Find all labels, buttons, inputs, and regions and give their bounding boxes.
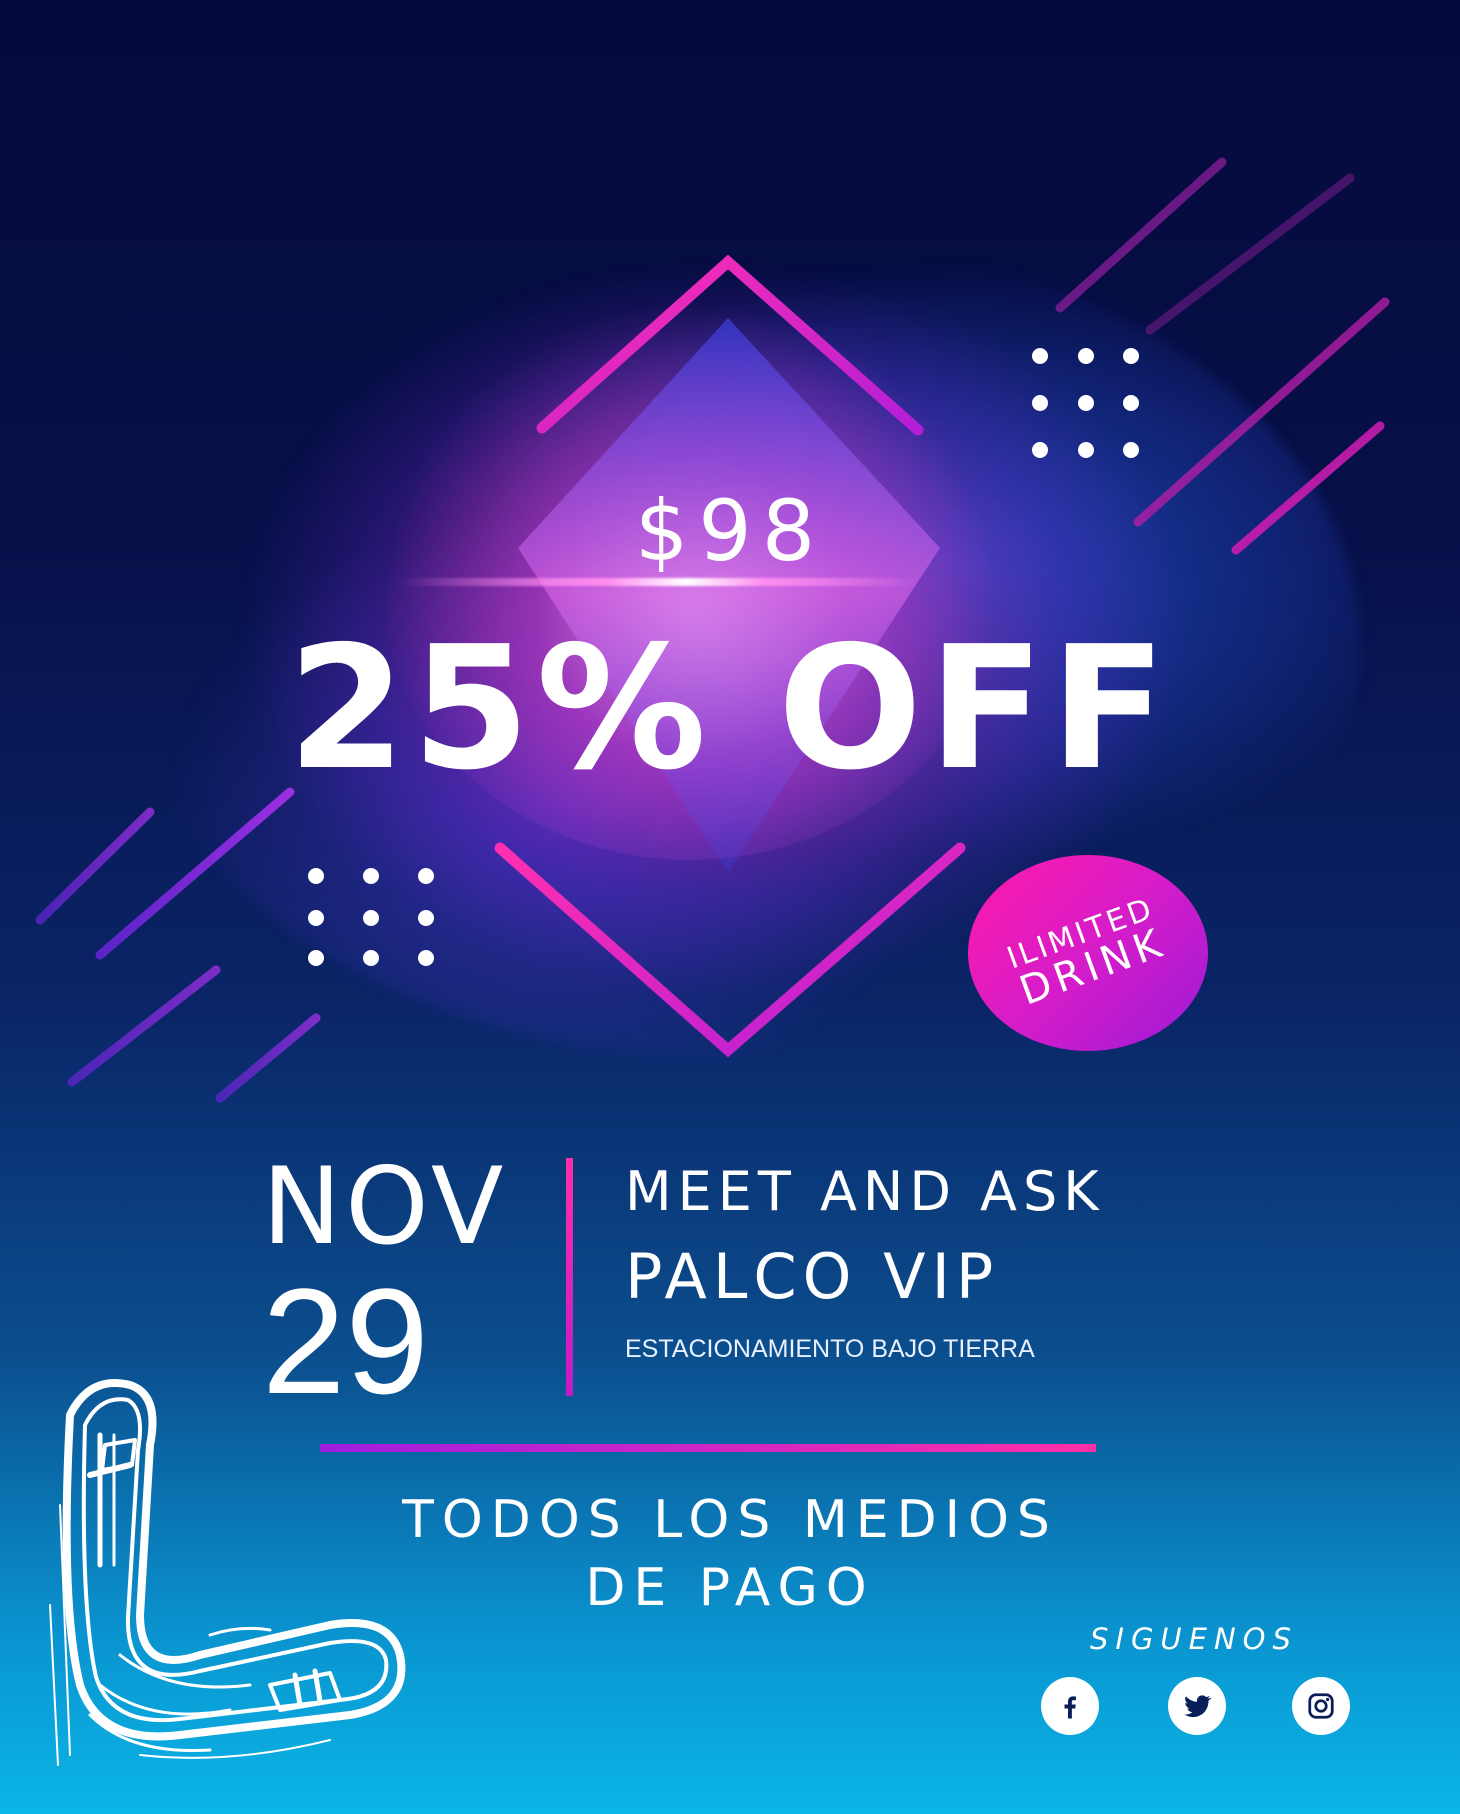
event-location: ESTACIONAMIENTO BAJO TIERRA xyxy=(625,1335,1035,1363)
event-title: MEET AND ASK xyxy=(625,1160,1105,1223)
dot-grid-right xyxy=(1032,348,1139,458)
twitter-icon[interactable] xyxy=(1168,1677,1226,1735)
event-subtitle: PALCO VIP xyxy=(625,1240,1000,1313)
limited-drink-badge: ILIMITED DRINK xyxy=(968,855,1208,1051)
facebook-icon[interactable] xyxy=(1041,1677,1099,1735)
event-poster: $98 25% OFF ILIMITED DRINK NOV 29 MEET A… xyxy=(0,0,1460,1814)
discount-headline: 25% OFF xyxy=(287,610,1173,808)
follow-us-label: SIGUENOS xyxy=(1090,1622,1298,1656)
brand-logo xyxy=(49,1379,406,1766)
horizontal-divider xyxy=(320,1444,1096,1452)
vertical-divider xyxy=(566,1158,573,1396)
event-month: NOV xyxy=(262,1145,508,1268)
diagonal-lines-left xyxy=(35,787,321,1103)
price-label: $98 xyxy=(634,482,826,580)
dot-grid-left xyxy=(308,868,434,966)
instagram-icon[interactable] xyxy=(1292,1677,1350,1735)
